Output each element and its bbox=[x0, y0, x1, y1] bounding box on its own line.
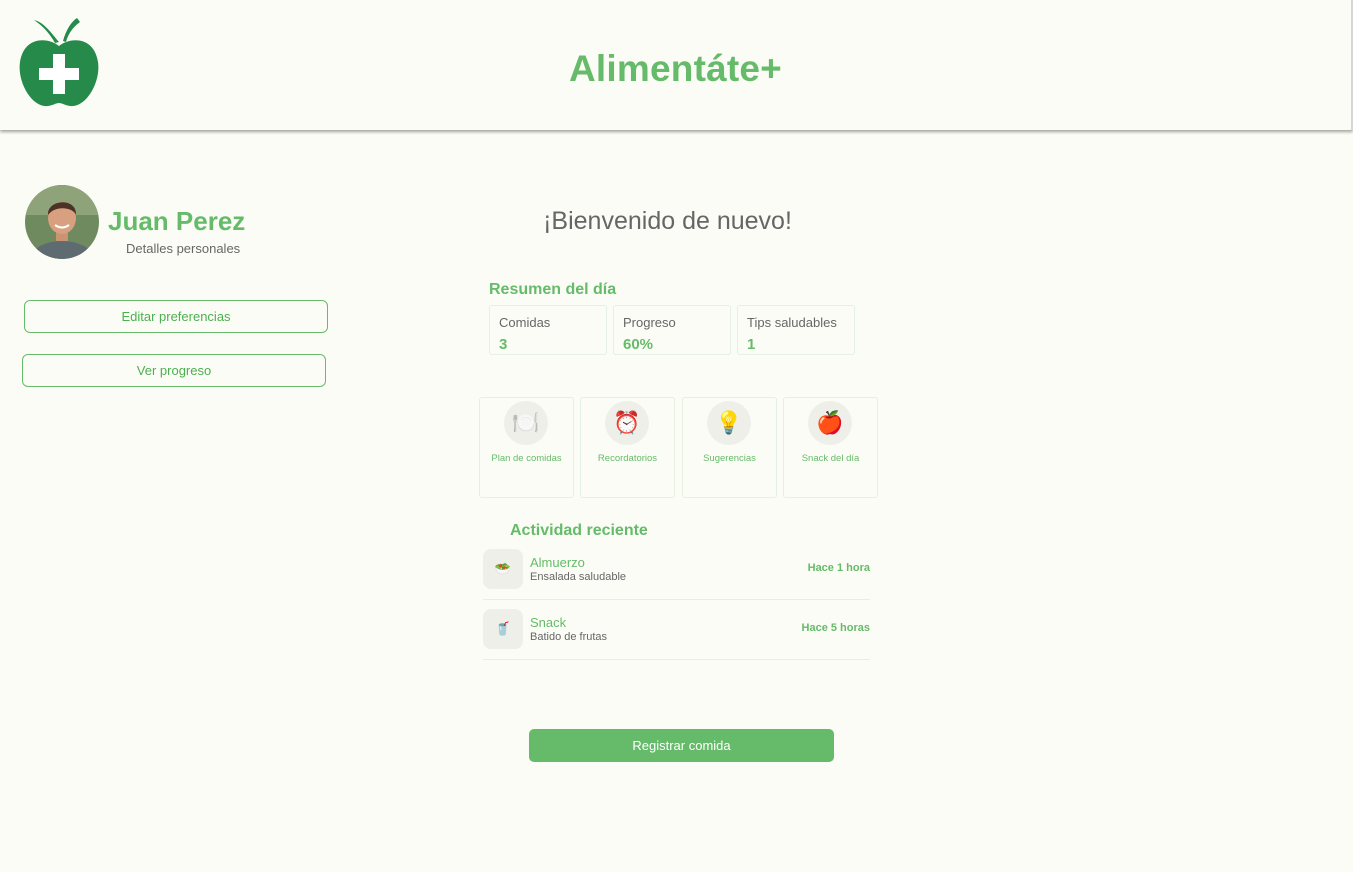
activity-description: Ensalada saludable bbox=[530, 571, 627, 583]
welcome-heading: ¡Bienvenido de nuevo! bbox=[543, 207, 792, 235]
activity-item[interactable]: 🥗 Almuerzo Ensalada saludable Hace 1 hor… bbox=[483, 549, 870, 600]
feature-reminders[interactable]: ⏰ Recordatorios bbox=[580, 397, 675, 498]
feature-meal-plan[interactable]: 🍽️ Plan de comidas bbox=[479, 397, 574, 498]
personal-details-link[interactable]: Detalles personales bbox=[126, 241, 240, 256]
feature-daily-snack[interactable]: 🍎 Snack del día bbox=[783, 397, 878, 498]
activity-time: Hace 5 horas bbox=[801, 622, 870, 634]
app-title: Alimentáte+ bbox=[569, 48, 782, 89]
feature-label: Recordatorios bbox=[597, 453, 658, 464]
stat-card-meals: Comidas 3 bbox=[489, 305, 607, 355]
stat-card-progress: Progreso 60% bbox=[613, 305, 731, 355]
stat-label: Tips saludables bbox=[747, 315, 837, 330]
edit-preferences-button[interactable]: Editar preferencias bbox=[24, 300, 328, 333]
salad-bowl-icon: 🥗 bbox=[483, 549, 523, 589]
feature-label: Sugerencias bbox=[703, 453, 756, 464]
feature-label: Plan de comidas bbox=[491, 453, 562, 464]
activity-time: Hace 1 hora bbox=[807, 562, 870, 574]
activity-title: Snack bbox=[530, 615, 567, 630]
stat-label: Progreso bbox=[623, 315, 676, 330]
stat-label: Comidas bbox=[499, 315, 551, 330]
view-progress-button[interactable]: Ver progreso bbox=[22, 354, 326, 387]
smoothie-cup-icon: 🥤 bbox=[483, 609, 523, 649]
app-header: Alimentáte+ bbox=[0, 0, 1353, 130]
register-meal-button[interactable]: Registrar comida bbox=[529, 729, 834, 762]
stat-value: 60% bbox=[623, 336, 654, 353]
recent-activity-title: Actividad reciente bbox=[510, 522, 648, 539]
feature-label: Snack del día bbox=[801, 453, 860, 464]
stat-value: 1 bbox=[747, 336, 756, 353]
stat-card-tips: Tips saludables 1 bbox=[737, 305, 855, 355]
lightbulb-icon: 💡 bbox=[707, 401, 751, 445]
apple-icon: 🍎 bbox=[808, 401, 852, 445]
plate-cutlery-icon: 🍽️ bbox=[504, 401, 548, 445]
summary-title: Resumen del día bbox=[489, 281, 617, 298]
feature-suggestions[interactable]: 💡 Sugerencias bbox=[682, 397, 777, 498]
activity-title: Almuerzo bbox=[530, 555, 585, 570]
activity-description: Batido de frutas bbox=[530, 631, 608, 643]
alarm-clock-icon: ⏰ bbox=[605, 401, 649, 445]
stat-value: 3 bbox=[499, 336, 508, 353]
activity-item[interactable]: 🥤 Snack Batido de frutas Hace 5 horas bbox=[483, 609, 870, 660]
